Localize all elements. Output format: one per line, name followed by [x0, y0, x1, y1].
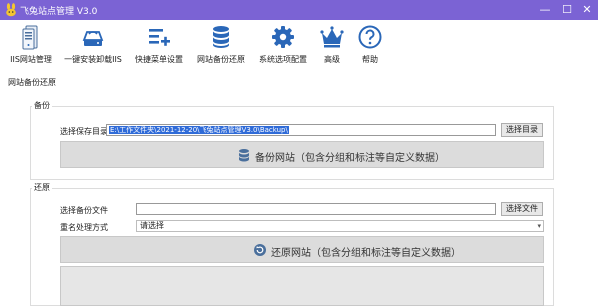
restore-site-button[interactable]: 还原网站（包含分组和标注等自定义数据） [60, 236, 544, 263]
maximize-button[interactable]: ☐ [556, 2, 578, 18]
toolbar-item-label: 帮助 [362, 55, 378, 64]
database-icon [213, 26, 229, 48]
backup-site-button[interactable]: 备份网站（包含分组和标注等自定义数据） [60, 141, 544, 168]
save-dir-label: 选择保存目录 [60, 127, 108, 136]
rabbit-logo-icon [4, 3, 18, 17]
toolbar-item-label: IIS网站管理 [10, 55, 52, 64]
toolbar-item-iis-site-manager[interactable]: IIS网站管理 [2, 24, 60, 70]
server-icon [22, 25, 38, 50]
title-bar: 飞兔站点管理 V3.0 — ☐ ✕ [0, 0, 598, 20]
toolbar-item-label: 快捷菜单设置 [135, 55, 183, 64]
toolbar-item-label: 一键安装卸载IIS [64, 55, 122, 64]
rename-mode-select[interactable]: 请选择 ▾ [136, 220, 544, 232]
backup-file-input[interactable] [136, 203, 496, 215]
gear-icon [272, 26, 294, 48]
chevron-down-icon: ▾ [537, 222, 541, 230]
select-dir-button[interactable]: 选择目录 [501, 123, 543, 137]
toolbar-item-help[interactable]: 帮助 [354, 24, 386, 70]
toolbar-item-label: 高级 [324, 55, 340, 64]
backup-group-title: 备份 [32, 100, 52, 111]
menu-add-icon [149, 29, 170, 46]
window-title: 飞兔站点管理 V3.0 [20, 7, 98, 17]
close-button[interactable]: ✕ [576, 2, 598, 18]
toolbar-item-advanced[interactable]: 高级 [316, 24, 348, 70]
help-icon [358, 25, 382, 49]
toolbar-item-label: 系统选项配置 [259, 55, 307, 64]
toolbar-item-backup-restore[interactable]: 网站备份还原 [192, 24, 250, 70]
rename-mode-label: 重名处理方式 [60, 223, 108, 232]
restore-site-button-label: 还原网站（包含分组和标注等自定义数据） [271, 248, 461, 259]
toolbar-item-install-iis[interactable]: 一键安装卸载IIS [60, 24, 126, 70]
crown-icon [320, 26, 344, 48]
save-dir-input[interactable]: E:\工作文件夹\2021-12-20\飞兔站点管理V3.0\Backup\ [106, 124, 496, 136]
main-toolbar: IIS网站管理 一键安装卸载IIS 快捷菜单设置 网站备份还原 系统选项配置 高… [0, 20, 598, 72]
toolbar-item-shortcut-menu[interactable]: 快捷菜单设置 [130, 24, 188, 70]
rename-mode-value: 请选择 [140, 221, 164, 230]
save-dir-value: E:\工作文件夹\2021-12-20\飞兔站点管理V3.0\Backup\ [109, 126, 289, 134]
disk-drive-icon [82, 31, 104, 46]
minimize-button[interactable]: — [534, 2, 556, 18]
toolbar-item-label: 网站备份还原 [197, 55, 245, 64]
restore-icon [254, 244, 266, 256]
restore-log-area [60, 266, 544, 306]
select-file-button[interactable]: 选择文件 [501, 202, 543, 216]
restore-group-title: 还原 [32, 182, 52, 193]
backup-file-label: 选择备份文件 [60, 206, 108, 215]
database-icon [239, 149, 249, 162]
section-title: 网站备份还原 [8, 78, 56, 87]
backup-site-button-label: 备份网站（包含分组和标注等自定义数据） [255, 153, 445, 164]
toolbar-item-system-options[interactable]: 系统选项配置 [254, 24, 312, 70]
